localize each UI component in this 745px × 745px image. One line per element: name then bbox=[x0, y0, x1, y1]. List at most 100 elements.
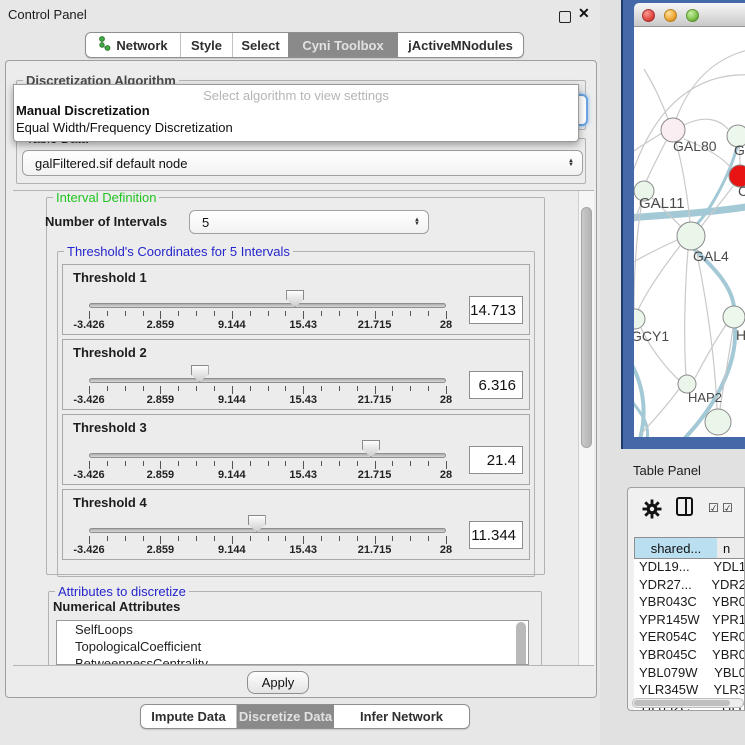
panel-scrollbar[interactable] bbox=[578, 191, 594, 665]
group-title: Attributes to discretize bbox=[55, 584, 189, 599]
spinner-value: 5 bbox=[202, 215, 209, 230]
attribute-list-item[interactable]: SelfLoops bbox=[57, 621, 528, 638]
slider-tick-labels: -3.4262.8599.14415.4321.71528 bbox=[89, 319, 446, 331]
network-node-h[interactable] bbox=[723, 306, 745, 328]
cell-name: YDR2 bbox=[706, 577, 745, 595]
control-panel: Control Panel ✕ Network Style Select Cyn… bbox=[0, 0, 600, 745]
slider-tick-labels: -3.4262.8599.14415.4321.71528 bbox=[89, 469, 446, 481]
top-tab-bar: Network Style Select Cyni Toolbox jActiv… bbox=[85, 32, 524, 58]
spinner-arrows-icon: ▲▼ bbox=[568, 159, 582, 167]
list-scrollbar[interactable] bbox=[516, 622, 526, 665]
slider-track[interactable] bbox=[89, 378, 446, 383]
network-edge[interactable] bbox=[684, 119, 728, 129]
network-node[interactable] bbox=[705, 409, 731, 435]
scrollbar-thumb[interactable] bbox=[634, 700, 730, 706]
network-window-titlebar[interactable] bbox=[634, 3, 745, 27]
dropdown-option-equal-width-frequency[interactable]: Equal Width/Frequency Discretization bbox=[16, 120, 233, 135]
group-title: Threshold's Coordinates for 5 Intervals bbox=[64, 244, 293, 259]
tab-label: Network bbox=[116, 38, 167, 53]
threshold-value-field[interactable] bbox=[469, 296, 523, 324]
horizontal-scrollbar[interactable] bbox=[632, 698, 744, 708]
algorithm-dropdown-popup: Select algorithm to view settings Manual… bbox=[13, 84, 579, 142]
slider-track[interactable] bbox=[89, 528, 446, 533]
table-data-combobox[interactable]: galFiltered.sif default node ▲▼ bbox=[22, 150, 583, 176]
network-node-gal4[interactable] bbox=[677, 222, 705, 250]
table-row[interactable]: YBR045CYBR0 bbox=[634, 647, 745, 665]
threshold-label: Threshold 3 bbox=[73, 420, 147, 435]
network-edge[interactable] bbox=[644, 69, 668, 119]
cell-name: YBR0 bbox=[707, 594, 745, 612]
tab-cyni-toolbox[interactable]: Cyni Toolbox bbox=[288, 33, 398, 57]
settings-scroll-region: Interval Definition Number of Intervals … bbox=[13, 190, 594, 666]
float-window-icon[interactable] bbox=[559, 11, 571, 23]
checked-box-icon[interactable]: ☑ bbox=[708, 501, 719, 515]
slider-track[interactable] bbox=[89, 453, 446, 458]
threshold-value-field[interactable] bbox=[469, 371, 523, 399]
number-of-intervals-spinner[interactable]: 5 ▲▼ bbox=[189, 210, 429, 234]
threshold-panel: Threshold 2-3.4262.8599.14415.4321.71528 bbox=[62, 339, 530, 410]
cell-name: YBR0 bbox=[707, 647, 745, 665]
numerical-attributes-list[interactable]: SelfLoopsTopologicalCoefficientBetweenne… bbox=[56, 620, 529, 665]
network-node-gcy1[interactable] bbox=[634, 309, 645, 329]
threshold-panel: Threshold 4-3.4262.8599.14415.4321.71528 bbox=[62, 489, 530, 560]
cell-name: YPR1 bbox=[707, 612, 745, 630]
table-row[interactable]: YPR145WYPR1 bbox=[634, 612, 745, 630]
dropdown-option-manual-discretization[interactable]: Manual Discretization bbox=[16, 103, 150, 118]
threshold-value-field[interactable] bbox=[469, 446, 523, 474]
attribute-list-item[interactable]: TopologicalCoefficient bbox=[57, 638, 528, 655]
tab-impute-data[interactable]: Impute Data bbox=[141, 705, 237, 728]
column-layout-icon[interactable] bbox=[676, 497, 693, 516]
minimize-traffic-light[interactable] bbox=[664, 9, 677, 22]
cell-name: YBL0 bbox=[709, 665, 745, 683]
threshold-value-field[interactable] bbox=[469, 521, 523, 549]
threshold-label: Threshold 2 bbox=[73, 345, 147, 360]
network-icon bbox=[98, 36, 111, 54]
network-edge-teal[interactable] bbox=[634, 359, 644, 437]
slider-tick-labels: -3.4262.8599.14415.4321.71528 bbox=[89, 544, 446, 556]
table-row[interactable]: YER054CYER0 bbox=[634, 629, 745, 647]
network-canvas[interactable]: GAL80GCGAL11GAL4GCY1HHAP2 bbox=[634, 27, 745, 437]
tab-network[interactable]: Network bbox=[86, 33, 181, 57]
zoom-traffic-light[interactable] bbox=[686, 9, 699, 22]
column-header-name[interactable]: n bbox=[717, 537, 745, 559]
tab-jactivemnodules[interactable]: jActiveMNodules bbox=[398, 33, 523, 57]
close-traffic-light[interactable] bbox=[642, 9, 655, 22]
tab-infer-network[interactable]: Infer Network bbox=[334, 705, 469, 728]
network-edge[interactable] bbox=[642, 389, 679, 433]
node-label: GAL11 bbox=[639, 195, 685, 212]
checked-box-icon[interactable]: ☑ bbox=[722, 501, 733, 515]
network-edge[interactable] bbox=[646, 141, 666, 182]
tab-discretize-data[interactable]: Discretize Data bbox=[237, 705, 334, 728]
tab-style[interactable]: Style bbox=[181, 33, 233, 57]
network-edge[interactable] bbox=[634, 240, 677, 265]
network-edge[interactable] bbox=[676, 49, 745, 119]
cell-name: YDL1 bbox=[708, 559, 745, 577]
close-icon[interactable]: ✕ bbox=[578, 5, 590, 22]
apply-button[interactable]: Apply bbox=[247, 671, 309, 694]
table-row[interactable]: YBL079WYBL0 bbox=[634, 665, 745, 683]
slider-track[interactable] bbox=[89, 303, 446, 308]
tab-label: Discretize Data bbox=[239, 709, 332, 724]
table-toolbar: ☑ ☑ bbox=[628, 488, 744, 532]
tab-label: Infer Network bbox=[360, 709, 443, 724]
table-row[interactable]: YBR043CYBR0 bbox=[634, 594, 745, 612]
scrollbar-thumb[interactable] bbox=[581, 207, 592, 448]
cell-shared-name: YBR043C bbox=[634, 594, 707, 612]
table-row[interactable]: YDR27...YDR2 bbox=[634, 577, 745, 595]
network-edge[interactable] bbox=[685, 250, 688, 375]
cell-name: YER0 bbox=[707, 629, 745, 647]
tab-select[interactable]: Select bbox=[233, 33, 288, 57]
threshold-panel: Threshold 3 -3.4262.8599.14415.4321.71528 bbox=[62, 414, 530, 485]
gear-icon[interactable] bbox=[642, 499, 662, 524]
attribute-list-item[interactable]: BetweennessCentrality bbox=[57, 655, 528, 665]
spinner-arrows-icon: ▲▼ bbox=[414, 218, 428, 226]
tab-label: Style bbox=[191, 38, 222, 53]
column-header-shared-name[interactable]: shared... bbox=[634, 537, 718, 559]
table-row[interactable]: YDL19...YDL1 bbox=[634, 559, 745, 577]
network-edge[interactable] bbox=[696, 249, 717, 409]
combobox-value: galFiltered.sif default node bbox=[35, 156, 187, 171]
tab-label: Impute Data bbox=[151, 709, 225, 724]
cell-shared-name: YER054C bbox=[634, 629, 707, 647]
node-label: GCY1 bbox=[634, 328, 669, 344]
cell-shared-name: YDL19... bbox=[634, 559, 708, 577]
